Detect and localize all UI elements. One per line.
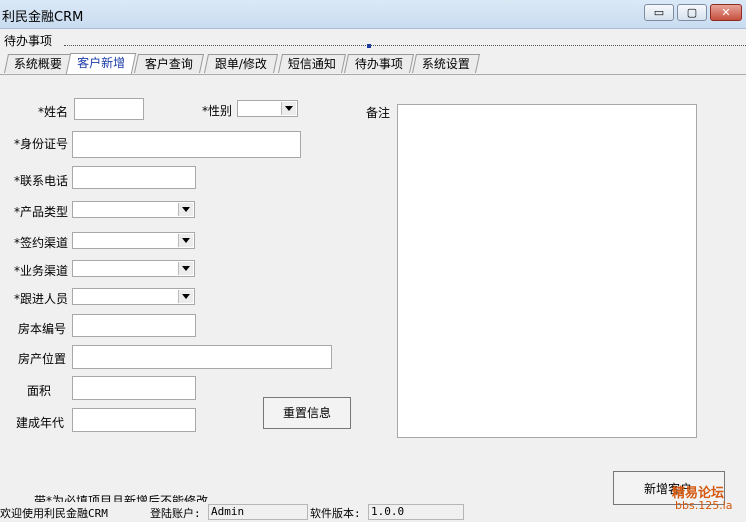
channel-select[interactable]: [72, 232, 195, 249]
tab-sms[interactable]: 短信通知: [277, 54, 347, 73]
status-bar: 欢迎使用利民金融CRM 登陆账户: Admin 软件版本: 1.0.0: [0, 503, 746, 522]
house-location-label: 房产位置: [18, 352, 67, 366]
year-label: 建成年代: [16, 416, 65, 430]
tab-label: 系统概要: [13, 57, 62, 71]
chevron-down-icon: [178, 290, 193, 303]
maximize-button[interactable]: ▢: [677, 4, 707, 21]
maximize-icon: ▢: [686, 6, 698, 19]
status-account-label: 登陆账户:: [150, 507, 201, 520]
biz-channel-label: *业务渠道: [14, 264, 69, 278]
house-location-field[interactable]: [72, 345, 332, 369]
remarks-textarea[interactable]: [397, 104, 697, 438]
tab-label: 客户查询: [144, 57, 193, 71]
gender-select[interactable]: [237, 100, 298, 117]
chevron-down-icon: [178, 203, 193, 216]
tab-settings[interactable]: 系统设置: [411, 54, 481, 73]
channel-label: *签约渠道: [14, 236, 69, 250]
tab-overview[interactable]: 系统概要: [3, 54, 73, 73]
minimize-button[interactable]: ▭: [644, 4, 674, 21]
tab-label: 客户新增: [77, 56, 126, 70]
area-field[interactable]: [72, 376, 196, 400]
tab-label: 跟单/修改: [214, 57, 267, 71]
phone-field[interactable]: [72, 166, 196, 189]
biz-channel-select[interactable]: [72, 260, 195, 277]
name-label: *姓名: [38, 105, 69, 119]
product-select[interactable]: [72, 201, 195, 218]
title-bar: 利民金融CRM ▭ ▢ ✕: [0, 0, 746, 29]
menu-item-todo[interactable]: 待办事项: [4, 32, 52, 49]
required-hint: 带*为必填项目且新增后不能修改: [34, 495, 209, 502]
tab-label: 待办事项: [354, 57, 403, 71]
window-title: 利民金融CRM: [2, 10, 84, 25]
status-version-label: 软件版本:: [310, 507, 361, 520]
status-account-value: Admin: [208, 504, 308, 520]
follower-label: *跟进人员: [14, 292, 69, 306]
reset-button[interactable]: 重置信息: [263, 397, 351, 429]
close-icon: ✕: [721, 6, 731, 19]
chevron-down-icon: [281, 102, 296, 115]
house-no-label: 房本编号: [18, 322, 67, 336]
watermark-url: bbs.125.la: [675, 499, 733, 512]
tab-customer-add[interactable]: 客户新增: [65, 53, 137, 74]
tab-todo[interactable]: 待办事项: [343, 54, 415, 73]
tab-follow-edit[interactable]: 跟单/修改: [203, 54, 279, 73]
house-no-field[interactable]: [72, 314, 196, 337]
minimize-icon: ▭: [653, 6, 665, 19]
product-label: *产品类型: [14, 205, 69, 219]
tab-strip: 系统概要 客户新增 客户查询 跟单/修改 短信通知 待办事项 系统设置: [0, 53, 746, 75]
id-number-field[interactable]: [72, 131, 301, 158]
status-version-value: 1.0.0: [368, 504, 464, 520]
close-button[interactable]: ✕: [710, 4, 742, 21]
gender-label: *性别: [202, 104, 233, 118]
phone-label: *联系电话: [14, 174, 69, 188]
remarks-label: 备注: [366, 106, 391, 120]
follower-select[interactable]: [72, 288, 195, 305]
chevron-down-icon: [178, 262, 193, 275]
menu-separator: [64, 45, 746, 46]
menu-marker: [367, 44, 371, 48]
menu-bar: 待办事项: [0, 29, 746, 49]
tab-label: 短信通知: [287, 57, 336, 71]
year-field[interactable]: [72, 408, 196, 432]
tab-customer-query[interactable]: 客户查询: [133, 54, 205, 73]
tab-label: 系统设置: [421, 57, 470, 71]
name-field[interactable]: [74, 98, 144, 120]
status-welcome: 欢迎使用利民金融CRM: [0, 507, 108, 520]
id-label: *身份证号: [14, 137, 69, 151]
area-label: 面积: [27, 384, 52, 398]
chevron-down-icon: [178, 234, 193, 247]
